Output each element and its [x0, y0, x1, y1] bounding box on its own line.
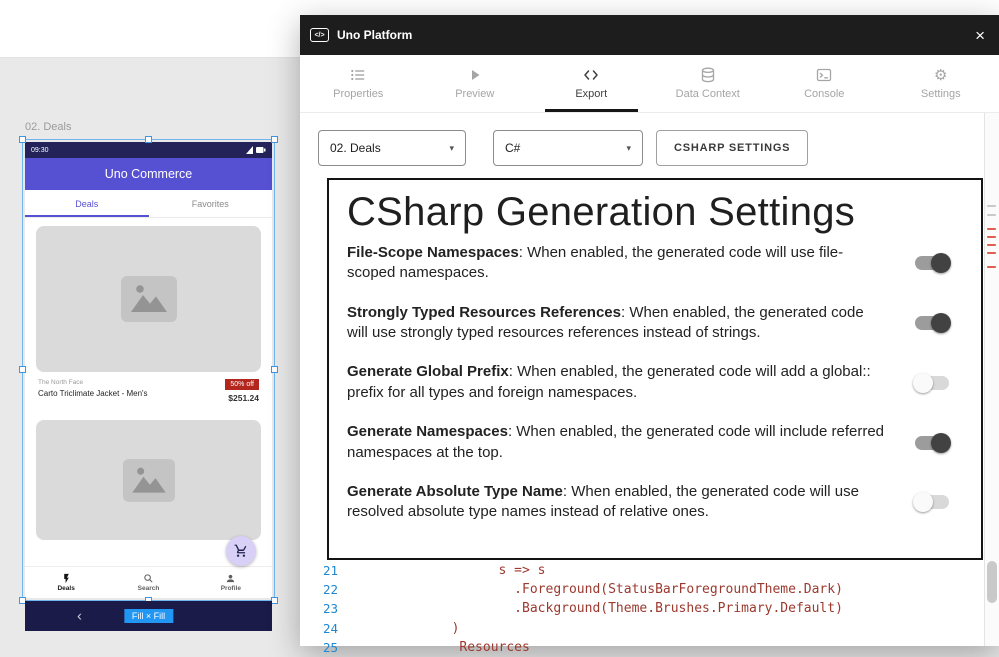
setting-text: File-Scope Namespaces: When enabled, the… — [347, 243, 915, 284]
code-line: 21 s => s — [308, 561, 976, 580]
tab-label: Properties — [333, 88, 383, 100]
export-toolbar: 02. Deals ▾ C# ▾ CSHARP SETTINGS — [300, 113, 999, 166]
tab-label: Settings — [921, 88, 961, 100]
tab-settings[interactable]: ⚙ Settings — [883, 55, 999, 112]
setting-text: Generate Global Prefix: When enabled, th… — [347, 362, 915, 403]
minimap-mark — [987, 266, 996, 268]
tab-label: Export — [575, 88, 607, 100]
setting-label: File-Scope Namespaces — [347, 244, 519, 261]
list-icon — [350, 67, 366, 83]
setting-label: Generate Namespaces — [347, 423, 508, 440]
back-chevron-icon[interactable]: ‹ — [77, 609, 82, 624]
page-select-value: 02. Deals — [330, 141, 381, 155]
setting-row: Generate Namespaces: When enabled, the g… — [347, 422, 963, 463]
setting-row: Generate Absolute Type Name: When enable… — [347, 482, 963, 523]
uno-logo-icon: </> — [310, 28, 329, 42]
dialog-title: CSharp Generation Settings — [347, 190, 963, 235]
minimap-mark — [987, 252, 996, 254]
selection-frame — [22, 139, 275, 601]
toggle-knob — [931, 313, 951, 333]
frame-size-toolbar: ‹ Fill × Fill — [25, 601, 272, 631]
selection-handle[interactable] — [19, 366, 26, 373]
setting-row: Generate Global Prefix: When enabled, th… — [347, 362, 963, 403]
code-text: s => s — [342, 563, 546, 578]
setting-text: Generate Absolute Type Name: When enable… — [347, 482, 915, 523]
minimap-mark — [987, 228, 996, 230]
minimap-mark — [987, 236, 996, 238]
code-icon — [583, 67, 599, 83]
play-icon — [467, 67, 483, 83]
code-line: 25 Resources — [308, 638, 976, 657]
artboard-label[interactable]: 02. Deals — [25, 121, 71, 133]
setting-text: Generate Namespaces: When enabled, the g… — [347, 422, 915, 463]
fill-size-badge[interactable]: Fill × Fill — [124, 609, 173, 623]
setting-label: Generate Global Prefix — [347, 363, 509, 380]
csharp-settings-button[interactable]: CSHARP SETTINGS — [656, 130, 808, 166]
close-icon[interactable]: × — [971, 27, 989, 44]
setting-label: Strongly Typed Resources References — [347, 304, 621, 321]
tab-console[interactable]: Console — [766, 55, 883, 112]
code-line: 23 .Background(Theme.Brushes.Primary.Def… — [308, 599, 976, 618]
code-editor[interactable]: 21 s => s 22 .Foreground(StatusBarForegr… — [308, 561, 976, 657]
uno-platform-window: </> Uno Platform × Properties Preview Ex… — [300, 15, 999, 646]
setting-label: Generate Absolute Type Name — [347, 483, 563, 500]
window-title-bar: </> Uno Platform × — [300, 15, 999, 55]
setting-row: Strongly Typed Resources References: Whe… — [347, 303, 963, 344]
minimap-mark — [987, 214, 996, 216]
tab-properties[interactable]: Properties — [300, 55, 417, 112]
line-number: 21 — [308, 563, 338, 578]
csharp-settings-dialog: CSharp Generation Settings File-Scope Na… — [327, 178, 983, 560]
minimap-mark — [987, 244, 996, 246]
toggle-generate-absolute-type-name[interactable] — [915, 495, 949, 509]
tab-label: Console — [804, 88, 844, 100]
setting-text: Strongly Typed Resources References: Whe… — [347, 303, 915, 344]
toggle-knob — [913, 373, 933, 393]
database-icon — [700, 67, 716, 83]
line-number: 25 — [308, 640, 338, 655]
terminal-icon — [816, 67, 832, 83]
scrollbar-thumb[interactable] — [987, 561, 997, 603]
code-text: .Background(Theme.Brushes.Primary.Defaul… — [342, 601, 843, 616]
language-select[interactable]: C# ▾ — [493, 130, 643, 166]
toggle-knob — [931, 433, 951, 453]
line-number: 23 — [308, 601, 338, 616]
code-line: 22 .Foreground(StatusBarForegroundTheme.… — [308, 580, 976, 599]
page-select[interactable]: 02. Deals ▾ — [318, 130, 466, 166]
code-text: Resources — [342, 640, 530, 655]
tab-data-context[interactable]: Data Context — [650, 55, 767, 112]
code-text: .Foreground(StatusBarForegroundTheme.Dar… — [342, 582, 843, 597]
tab-label: Preview — [455, 88, 494, 100]
tab-export[interactable]: Export — [533, 55, 650, 112]
toggle-knob — [931, 253, 951, 273]
line-number: 22 — [308, 582, 338, 597]
chevron-down-icon: ▾ — [626, 143, 631, 154]
selection-handle[interactable] — [271, 597, 278, 604]
chevron-down-icon: ▾ — [449, 143, 454, 154]
tab-preview[interactable]: Preview — [417, 55, 534, 112]
line-number: 24 — [308, 621, 338, 636]
editor-minimap[interactable] — [984, 113, 999, 646]
setting-row: File-Scope Namespaces: When enabled, the… — [347, 243, 963, 284]
window-title: Uno Platform — [337, 28, 412, 42]
selection-handle[interactable] — [145, 136, 152, 143]
minimap-mark — [987, 205, 996, 207]
toggle-generate-namespaces[interactable] — [915, 436, 949, 450]
code-line: 24 ) — [308, 619, 976, 638]
toggle-strongly-typed-resources[interactable] — [915, 316, 949, 330]
selection-handle[interactable] — [271, 366, 278, 373]
code-text: ) — [342, 621, 459, 636]
toggle-file-scope-namespaces[interactable] — [915, 256, 949, 270]
gear-icon: ⚙ — [934, 68, 947, 83]
tab-label: Data Context — [676, 88, 740, 100]
toggle-generate-global-prefix[interactable] — [915, 376, 949, 390]
main-tab-strip: Properties Preview Export Data Context — [300, 55, 999, 113]
language-select-value: C# — [505, 141, 520, 155]
selection-handle[interactable] — [19, 136, 26, 143]
selection-handle[interactable] — [271, 136, 278, 143]
toggle-knob — [913, 492, 933, 512]
